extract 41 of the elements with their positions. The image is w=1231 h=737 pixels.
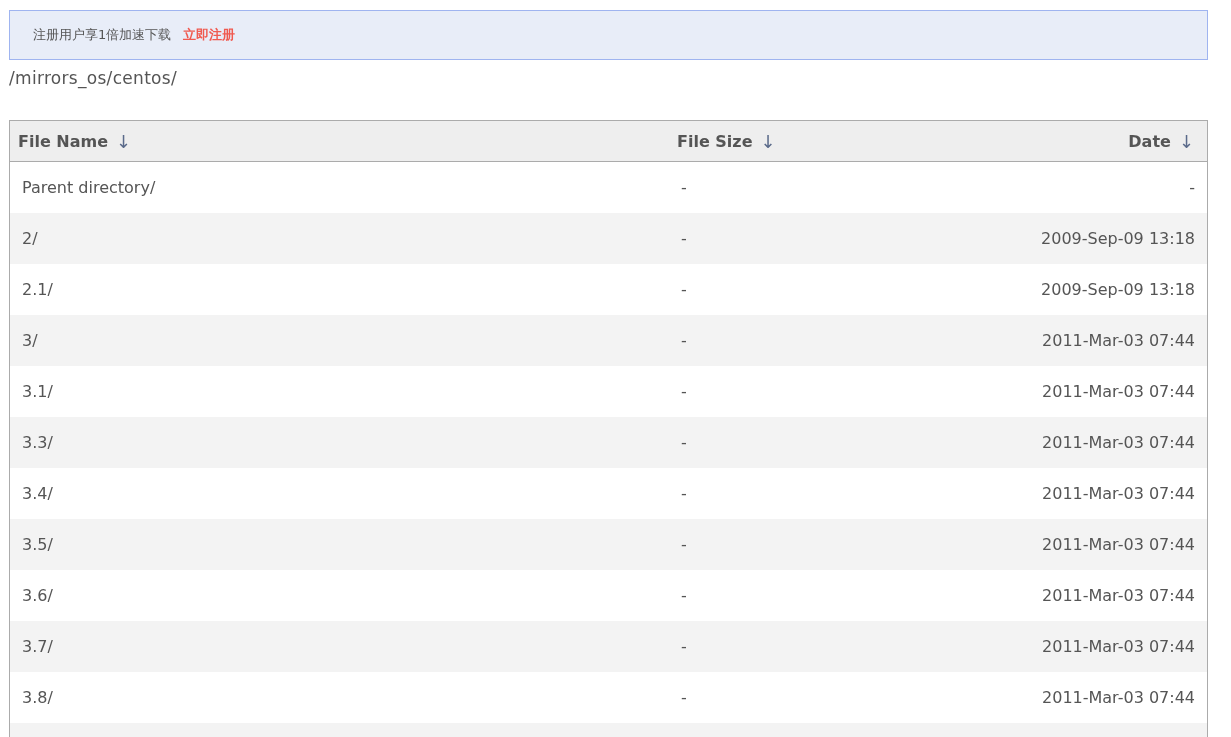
- date-cell-text: 2011-Mar-03 07:44: [1041, 484, 1196, 503]
- date-cell-text: 2011-Mar-03 07:44: [1041, 586, 1196, 605]
- file-size-cell-text: -: [680, 178, 688, 197]
- file-name-link[interactable]: 3.4/: [10, 484, 669, 503]
- directory-path: /mirrors_os/centos/: [9, 68, 178, 88]
- file-name-link[interactable]: 3.8/: [10, 688, 669, 707]
- file-name-link[interactable]: 2/: [10, 229, 669, 248]
- file-name-link[interactable]: 3.6/: [10, 586, 669, 605]
- column-header[interactable]: File Size: [677, 131, 753, 151]
- file-size-cell-text: -: [680, 484, 688, 503]
- date-cell-text: 2011-Mar-03 07:44: [1041, 637, 1196, 656]
- file-size-cell-text: -: [680, 433, 688, 452]
- date-cell-text: 2009-Sep-09 13:18: [1040, 229, 1196, 248]
- file-size-cell-text: -: [680, 637, 688, 656]
- file-size-cell-text: -: [680, 229, 688, 248]
- column-header[interactable]: File Name: [18, 131, 109, 151]
- date-cell-text: 2009-Sep-09 13:18: [1040, 280, 1196, 299]
- sort-icon[interactable]: ↓: [760, 130, 776, 152]
- date-cell-text: -: [1188, 178, 1196, 197]
- column-header[interactable]: Date: [1128, 131, 1171, 151]
- file-name-link[interactable]: 2.1/: [10, 280, 669, 299]
- file-size-cell-text: -: [680, 331, 688, 350]
- file-name-link[interactable]: 3/: [10, 331, 669, 350]
- file-name-link[interactable]: Parent directory/: [10, 178, 669, 197]
- file-name-link[interactable]: 3.3/: [10, 433, 669, 452]
- date-cell-text: 2011-Mar-03 07:44: [1041, 382, 1196, 401]
- date-cell-text: 2011-Mar-03 07:44: [1041, 331, 1196, 350]
- file-name-link[interactable]: 3.7/: [10, 637, 669, 656]
- date-cell-text: 2011-Mar-03 07:44: [1041, 535, 1196, 554]
- file-size-cell-text: -: [680, 382, 688, 401]
- file-size-cell-text: -: [680, 688, 688, 707]
- date-cell-text: 2011-Mar-03 07:44: [1041, 433, 1196, 452]
- sort-icon[interactable]: ↓: [1178, 130, 1194, 152]
- sort-icon[interactable]: ↓: [116, 130, 132, 152]
- file-size-cell-text: -: [680, 586, 688, 605]
- banner-text: 注册用户享1倍加速下载: [33, 26, 172, 44]
- file-size-cell-text: -: [680, 535, 688, 554]
- file-name-link[interactable]: 3.1/: [10, 382, 669, 401]
- date-cell-text: 2011-Mar-03 07:44: [1041, 688, 1196, 707]
- file-size-cell-text: -: [680, 280, 688, 299]
- file-name-link[interactable]: 3.5/: [10, 535, 669, 554]
